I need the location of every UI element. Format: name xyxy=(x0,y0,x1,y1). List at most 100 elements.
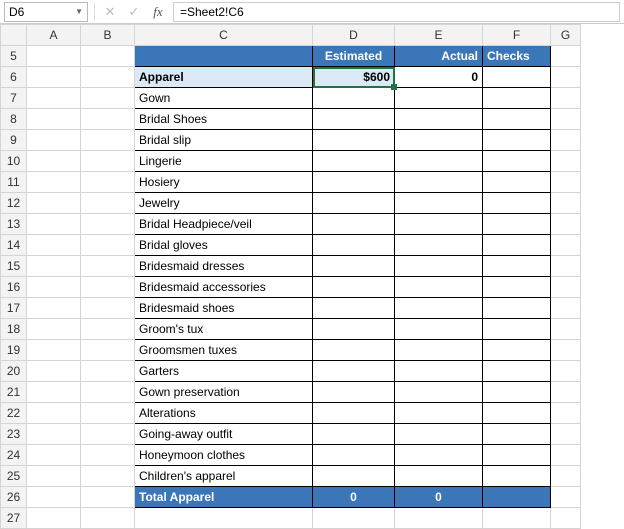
item-estimated[interactable] xyxy=(313,88,395,109)
col-header-C[interactable]: C xyxy=(135,25,313,46)
item-label[interactable]: Hosiery xyxy=(135,172,313,193)
cell-blank[interactable] xyxy=(551,109,581,130)
item-actual[interactable] xyxy=(395,109,483,130)
row-header-13[interactable]: 13 xyxy=(1,214,27,235)
cell-blank[interactable] xyxy=(81,445,135,466)
item-checks[interactable] xyxy=(483,151,551,172)
cell-blank[interactable] xyxy=(81,214,135,235)
row-header-18[interactable]: 18 xyxy=(1,319,27,340)
item-actual[interactable] xyxy=(395,88,483,109)
col-header-A[interactable]: A xyxy=(27,25,81,46)
cell-blank[interactable] xyxy=(483,508,551,529)
item-label[interactable]: Gown preservation xyxy=(135,382,313,403)
col-header-G[interactable]: G xyxy=(551,25,581,46)
item-estimated[interactable] xyxy=(313,214,395,235)
row-header-26[interactable]: 26 xyxy=(1,487,27,508)
item-actual[interactable] xyxy=(395,319,483,340)
item-actual[interactable] xyxy=(395,193,483,214)
item-actual[interactable] xyxy=(395,298,483,319)
row-header-19[interactable]: 19 xyxy=(1,340,27,361)
item-actual[interactable] xyxy=(395,151,483,172)
cell-blank[interactable] xyxy=(27,361,81,382)
cell-blank[interactable] xyxy=(27,130,81,151)
cell-blank[interactable] xyxy=(81,487,135,508)
item-checks[interactable] xyxy=(483,256,551,277)
item-label[interactable]: Bridal Headpiece/veil xyxy=(135,214,313,235)
cell-blank[interactable] xyxy=(27,256,81,277)
row-header-6[interactable]: 6 xyxy=(1,67,27,88)
item-label[interactable]: Lingerie xyxy=(135,151,313,172)
formula-input[interactable]: =Sheet2!C6 xyxy=(173,2,620,22)
name-box[interactable]: D6 ▼ xyxy=(4,2,88,22)
cell-blank[interactable] xyxy=(551,214,581,235)
cell-blank[interactable] xyxy=(551,151,581,172)
item-checks[interactable] xyxy=(483,319,551,340)
cell-blank[interactable] xyxy=(551,382,581,403)
item-estimated[interactable] xyxy=(313,256,395,277)
cell-blank[interactable] xyxy=(27,67,81,88)
cell-blank[interactable] xyxy=(551,508,581,529)
item-checks[interactable] xyxy=(483,466,551,487)
category-estimated[interactable]: $600 xyxy=(313,67,395,88)
cell-blank[interactable] xyxy=(27,466,81,487)
item-estimated[interactable] xyxy=(313,172,395,193)
cell-blank[interactable] xyxy=(27,235,81,256)
cell-blank[interactable] xyxy=(27,214,81,235)
item-checks[interactable] xyxy=(483,361,551,382)
cell-blank[interactable] xyxy=(81,508,135,529)
cell-blank[interactable] xyxy=(551,340,581,361)
row-header-10[interactable]: 10 xyxy=(1,151,27,172)
cell-blank[interactable] xyxy=(81,46,135,67)
item-checks[interactable] xyxy=(483,382,551,403)
cell-blank[interactable] xyxy=(551,88,581,109)
item-label[interactable]: Groomsmen tuxes xyxy=(135,340,313,361)
item-estimated[interactable] xyxy=(313,130,395,151)
cell-blank[interactable] xyxy=(551,67,581,88)
item-actual[interactable] xyxy=(395,130,483,151)
cell-blank[interactable] xyxy=(551,424,581,445)
cell-blank[interactable] xyxy=(551,487,581,508)
item-label[interactable]: Children's apparel xyxy=(135,466,313,487)
cell-blank[interactable] xyxy=(27,445,81,466)
cell-blank[interactable] xyxy=(27,382,81,403)
cell-blank[interactable] xyxy=(551,466,581,487)
cell-blank[interactable] xyxy=(81,67,135,88)
cell-blank[interactable] xyxy=(27,340,81,361)
item-actual[interactable] xyxy=(395,172,483,193)
cell-blank[interactable] xyxy=(135,46,313,67)
row-header-17[interactable]: 17 xyxy=(1,298,27,319)
item-label[interactable]: Gown xyxy=(135,88,313,109)
item-estimated[interactable] xyxy=(313,382,395,403)
item-estimated[interactable] xyxy=(313,319,395,340)
row-header-11[interactable]: 11 xyxy=(1,172,27,193)
cell-blank[interactable] xyxy=(81,277,135,298)
item-checks[interactable] xyxy=(483,109,551,130)
item-label[interactable]: Bridesmaid shoes xyxy=(135,298,313,319)
col-header-F[interactable]: F xyxy=(483,25,551,46)
item-checks[interactable] xyxy=(483,445,551,466)
item-label[interactable]: Bridal Shoes xyxy=(135,109,313,130)
row-header-24[interactable]: 24 xyxy=(1,445,27,466)
row-header-25[interactable]: 25 xyxy=(1,466,27,487)
cell-blank[interactable] xyxy=(81,298,135,319)
row-header-12[interactable]: 12 xyxy=(1,193,27,214)
cell-blank[interactable] xyxy=(81,466,135,487)
enter-icon[interactable]: ✓ xyxy=(125,3,143,21)
category-actual[interactable]: 0 xyxy=(395,67,483,88)
row-header-16[interactable]: 16 xyxy=(1,277,27,298)
item-estimated[interactable] xyxy=(313,109,395,130)
category-label[interactable]: Apparel xyxy=(135,67,313,88)
item-actual[interactable] xyxy=(395,235,483,256)
item-actual[interactable] xyxy=(395,361,483,382)
row-header-8[interactable]: 8 xyxy=(1,109,27,130)
cell-blank[interactable] xyxy=(81,88,135,109)
item-estimated[interactable] xyxy=(313,466,395,487)
row-header-23[interactable]: 23 xyxy=(1,424,27,445)
item-checks[interactable] xyxy=(483,214,551,235)
cell-blank[interactable] xyxy=(27,403,81,424)
item-checks[interactable] xyxy=(483,424,551,445)
total-actual[interactable]: 0 xyxy=(395,487,483,508)
cell-blank[interactable] xyxy=(81,340,135,361)
cell-blank[interactable] xyxy=(551,445,581,466)
item-actual[interactable] xyxy=(395,340,483,361)
